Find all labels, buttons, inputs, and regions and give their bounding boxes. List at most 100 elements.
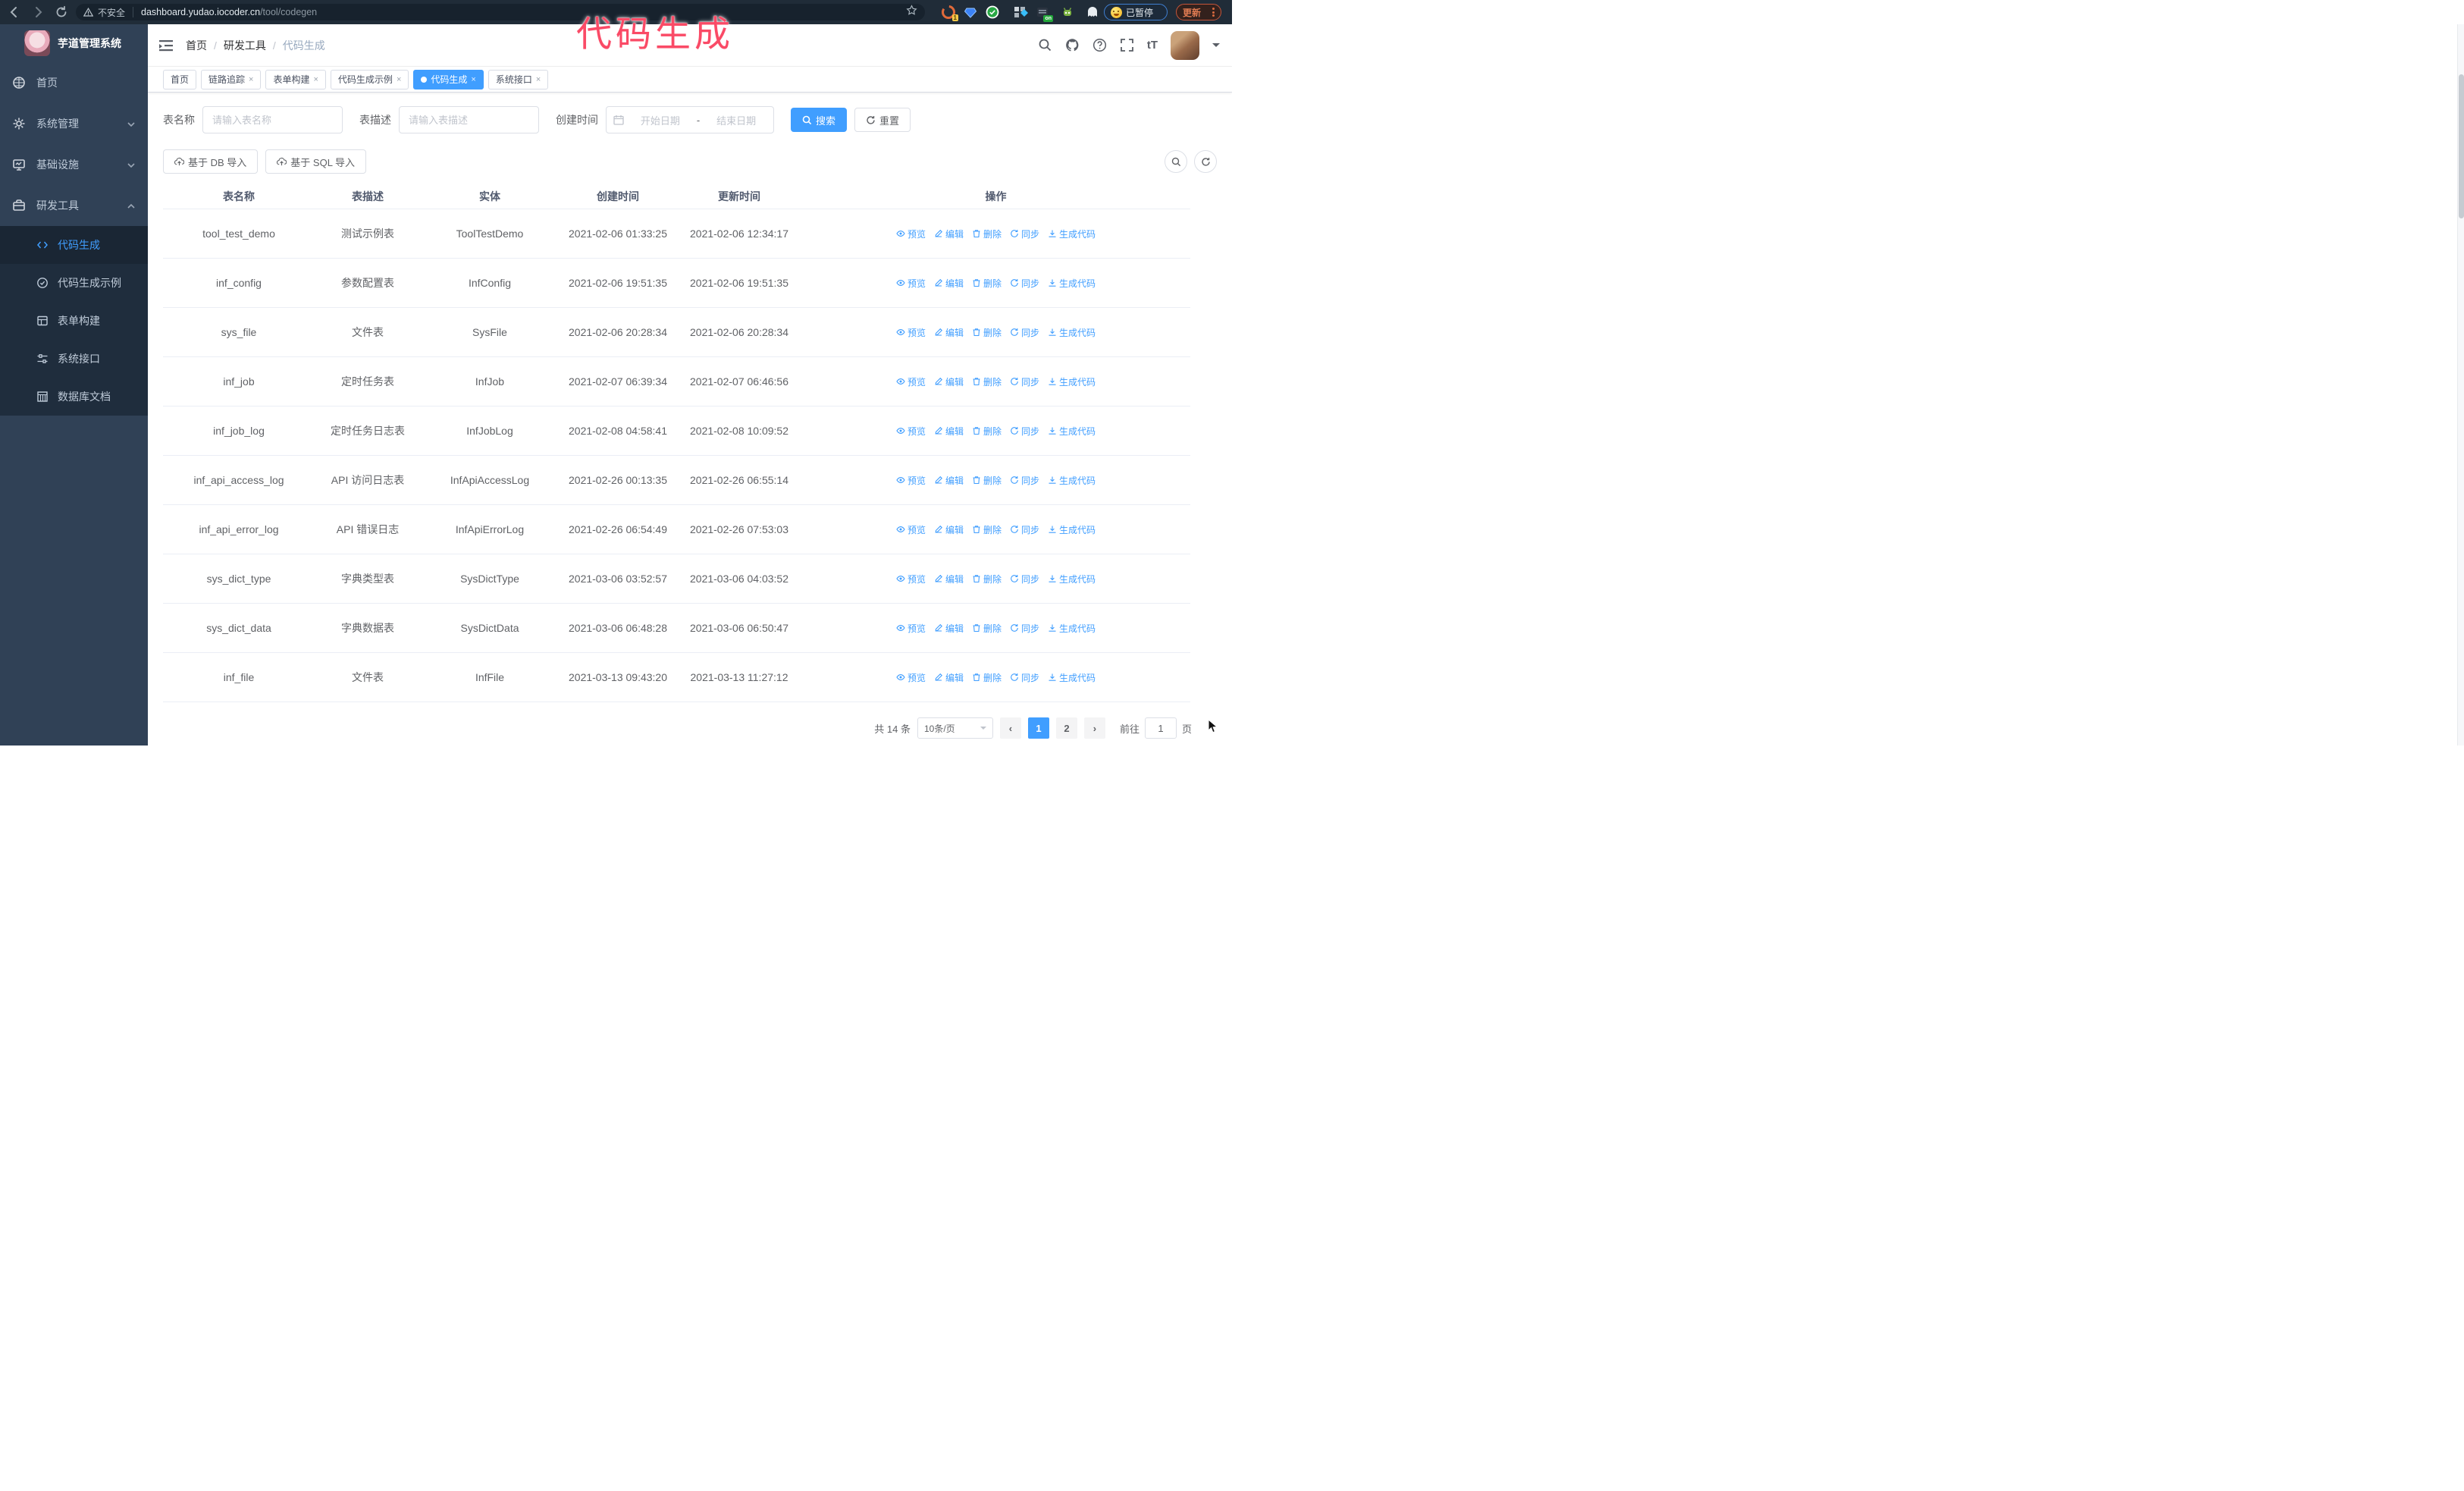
- import-db-button[interactable]: 基于 DB 导入: [163, 149, 259, 174]
- sidebar-item-system-management[interactable]: 系统管理: [0, 103, 148, 144]
- edit-action[interactable]: 编辑: [934, 474, 964, 487]
- edit-action[interactable]: 编辑: [934, 671, 964, 684]
- generate-code-action[interactable]: 生成代码: [1048, 671, 1096, 684]
- extension-icon-check[interactable]: [986, 5, 999, 19]
- generate-code-action[interactable]: 生成代码: [1048, 375, 1096, 388]
- extension-icon-robot[interactable]: [1061, 5, 1074, 19]
- sync-action[interactable]: 同步: [1010, 523, 1039, 536]
- reset-button[interactable]: 重置: [854, 108, 911, 132]
- generate-code-action[interactable]: 生成代码: [1048, 228, 1096, 240]
- sidebar-item-infrastructure[interactable]: 基础设施: [0, 144, 148, 185]
- edit-action[interactable]: 编辑: [934, 622, 964, 635]
- sidebar-item-code-generation-example[interactable]: 代码生成示例: [0, 264, 148, 302]
- edit-action[interactable]: 编辑: [934, 573, 964, 585]
- close-icon[interactable]: ×: [397, 75, 401, 84]
- preview-action[interactable]: 预览: [896, 671, 926, 684]
- close-icon[interactable]: ×: [471, 75, 475, 84]
- preview-action[interactable]: 预览: [896, 523, 926, 536]
- edit-action[interactable]: 编辑: [934, 523, 964, 536]
- preview-action[interactable]: 预览: [896, 573, 926, 585]
- generate-code-action[interactable]: 生成代码: [1048, 326, 1096, 339]
- delete-action[interactable]: 删除: [972, 228, 1002, 240]
- tab-codegen-example[interactable]: 代码生成示例 ×: [330, 69, 409, 89]
- preview-action[interactable]: 预览: [896, 622, 926, 635]
- sync-action[interactable]: 同步: [1010, 573, 1039, 585]
- date-end-placeholder[interactable]: 结束日期: [706, 113, 766, 127]
- sync-action[interactable]: 同步: [1010, 671, 1039, 684]
- github-icon[interactable]: [1065, 38, 1080, 52]
- sync-action[interactable]: 同步: [1010, 622, 1039, 635]
- preview-action[interactable]: 预览: [896, 474, 926, 487]
- extension-icon-dark[interactable]: on: [1036, 5, 1053, 22]
- forward-icon[interactable]: [31, 5, 45, 19]
- sync-action[interactable]: 同步: [1010, 425, 1039, 438]
- import-sql-button[interactable]: 基于 SQL 导入: [265, 149, 367, 174]
- tab-trace[interactable]: 链路追踪 ×: [201, 69, 262, 89]
- table-name-input[interactable]: [202, 106, 343, 133]
- delete-action[interactable]: 删除: [972, 622, 1002, 635]
- tab-system-api[interactable]: 系统接口 ×: [487, 69, 549, 89]
- table-desc-input[interactable]: [399, 106, 539, 133]
- breadcrumb-dev-tools[interactable]: 研发工具: [224, 38, 266, 53]
- edit-action[interactable]: 编辑: [934, 375, 964, 388]
- close-icon[interactable]: ×: [313, 75, 318, 84]
- delete-action[interactable]: 删除: [972, 474, 1002, 487]
- generate-code-action[interactable]: 生成代码: [1048, 425, 1096, 438]
- generate-code-action[interactable]: 生成代码: [1048, 573, 1096, 585]
- delete-action[interactable]: 删除: [972, 277, 1002, 290]
- sync-action[interactable]: 同步: [1010, 228, 1039, 240]
- next-page-button[interactable]: ›: [1083, 717, 1105, 739]
- delete-action[interactable]: 删除: [972, 671, 1002, 684]
- extension-icon-gem[interactable]: [964, 5, 977, 19]
- profile-paused-badge[interactable]: 已暂停: [1104, 4, 1168, 20]
- sidebar-item-database-docs[interactable]: 数据库文档: [0, 378, 148, 416]
- extension-icon-ghost[interactable]: [1086, 5, 1099, 19]
- edit-action[interactable]: 编辑: [934, 425, 964, 438]
- extension-icon-1[interactable]: 1: [942, 5, 958, 21]
- search-icon[interactable]: [1038, 38, 1052, 52]
- delete-action[interactable]: 删除: [972, 573, 1002, 585]
- toggle-search-button[interactable]: [1165, 150, 1187, 173]
- browser-update-button[interactable]: 更新: [1176, 4, 1221, 20]
- sync-action[interactable]: 同步: [1010, 474, 1039, 487]
- preview-action[interactable]: 预览: [896, 375, 926, 388]
- page-size-select[interactable]: 10条/页: [917, 717, 993, 739]
- security-warning[interactable]: 不安全: [83, 6, 125, 19]
- font-size-icon[interactable]: tT: [1147, 39, 1158, 52]
- refresh-table-button[interactable]: [1194, 150, 1217, 173]
- sync-action[interactable]: 同步: [1010, 277, 1039, 290]
- scrollbar-thumb[interactable]: [2459, 74, 2464, 218]
- back-icon[interactable]: [8, 5, 21, 19]
- preview-action[interactable]: 预览: [896, 228, 926, 240]
- sync-action[interactable]: 同步: [1010, 326, 1039, 339]
- tab-form-builder[interactable]: 表单构建 ×: [265, 69, 326, 89]
- delete-action[interactable]: 删除: [972, 375, 1002, 388]
- edit-action[interactable]: 编辑: [934, 228, 964, 240]
- preview-action[interactable]: 预览: [896, 326, 926, 339]
- sidebar-item-dev-tools[interactable]: 研发工具: [0, 185, 148, 226]
- prev-page-button[interactable]: ‹: [999, 717, 1021, 739]
- generate-code-action[interactable]: 生成代码: [1048, 523, 1096, 536]
- sidebar-item-code-generation[interactable]: 代码生成: [0, 226, 148, 264]
- fullscreen-icon[interactable]: [1120, 38, 1134, 52]
- date-range-picker[interactable]: 开始日期 - 结束日期: [606, 106, 774, 133]
- generate-code-action[interactable]: 生成代码: [1048, 622, 1096, 635]
- close-icon[interactable]: ×: [249, 75, 253, 84]
- user-menu-caret-icon[interactable]: [1212, 43, 1220, 51]
- sidebar-item-form-builder[interactable]: 表单构建: [0, 302, 148, 340]
- page-button-2[interactable]: 2: [1055, 717, 1077, 739]
- search-button[interactable]: 搜索: [791, 108, 848, 132]
- date-start-placeholder[interactable]: 开始日期: [630, 113, 691, 127]
- tab-home[interactable]: 首页: [163, 69, 197, 89]
- goto-page-input[interactable]: [1144, 717, 1177, 739]
- sidebar-item-system-api[interactable]: 系统接口: [0, 340, 148, 378]
- sync-action[interactable]: 同步: [1010, 375, 1039, 388]
- window-scrollbar[interactable]: [2457, 24, 2464, 746]
- browser-menu-icon[interactable]: [1212, 7, 1215, 18]
- sidebar-toggle-icon[interactable]: [158, 38, 174, 53]
- extension-icon-grid[interactable]: [1013, 5, 1028, 19]
- bookmark-star-icon[interactable]: [906, 5, 917, 20]
- edit-action[interactable]: 编辑: [934, 326, 964, 339]
- page-button-1[interactable]: 1: [1027, 717, 1049, 739]
- user-avatar[interactable]: [1171, 30, 1199, 60]
